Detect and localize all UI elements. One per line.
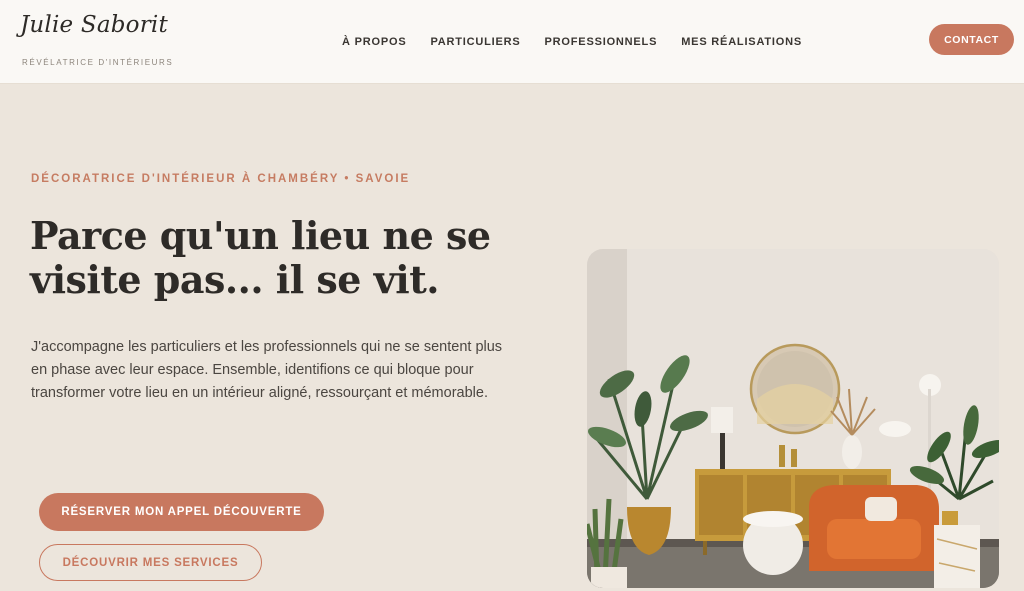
hero-interior-photo — [587, 249, 999, 588]
nav-item-professionnels[interactable]: PROFESSIONNELS — [545, 36, 658, 48]
nav-item-realisations[interactable]: MES RÉALISATIONS — [681, 36, 802, 48]
contact-button[interactable]: CONTACT — [929, 24, 1014, 55]
nav-item-a-propos[interactable]: À PROPOS — [342, 36, 406, 48]
site-header: Julie Saborit RÉVÉLATRICE D'INTÉRIEURS À… — [0, 0, 1024, 84]
discover-services-button[interactable]: DÉCOUVRIR MES SERVICES — [39, 544, 262, 581]
logo-tagline: RÉVÉLATRICE D'INTÉRIEURS — [22, 58, 174, 67]
hero-eyebrow: DÉCORATRICE D'INTÉRIEUR À CHAMBÉRY • SAV… — [31, 173, 411, 185]
hero-headline: Parce qu'un lieu ne se visite pas... il … — [30, 213, 491, 302]
hero-description: J'accompagne les particuliers et les pro… — [31, 339, 503, 401]
book-discovery-call-button[interactable]: RÉSERVER MON APPEL DÉCOUVERTE — [39, 493, 324, 531]
nav-item-particuliers[interactable]: PARTICULIERS — [430, 36, 520, 48]
logo[interactable]: Julie Saborit — [20, 12, 168, 38]
main-nav: À PROPOS PARTICULIERS PROFESSIONNELS MES… — [342, 36, 802, 48]
